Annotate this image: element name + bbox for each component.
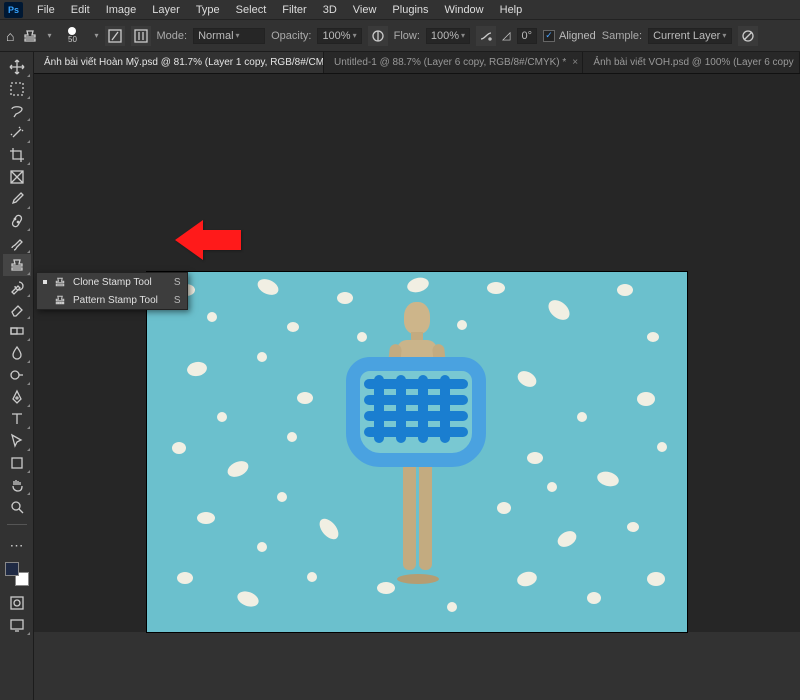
tab-document-3[interactable]: Ảnh bài viết VOH.psd @ 100% (Layer 6 cop… [583, 52, 800, 73]
brush-preset-picker[interactable]: 50 [57, 21, 87, 51]
options-bar: ⌂ ▾ 50 ▾ Mode: Normal ▾ Opacity: 100% ▾ … [0, 20, 800, 52]
sample-value: Current Layer [653, 30, 720, 42]
tab-document-2[interactable]: Untitled-1 @ 88.7% (Layer 6 copy, RGB/8#… [324, 52, 583, 73]
selected-dot-icon [43, 280, 47, 284]
frame-tool[interactable] [3, 166, 31, 188]
airbrush-button[interactable] [476, 26, 496, 46]
brush-panel-button[interactable] [105, 26, 125, 46]
tab-document-1[interactable]: Ảnh bài viết Hoàn Mỹ.psd @ 81.7% (Layer … [34, 52, 324, 73]
color-swatches[interactable] [5, 562, 29, 586]
menu-file[interactable]: File [29, 2, 63, 18]
dodge-tool[interactable] [3, 364, 31, 386]
intestine-overlay [346, 357, 486, 467]
checkbox-icon: ✓ [543, 30, 555, 42]
flyout-item-label: Pattern Stamp Tool [73, 295, 158, 306]
menu-layer[interactable]: Layer [144, 2, 188, 18]
sample-label: Sample: [602, 30, 642, 42]
tool-preset-chevron-icon[interactable]: ▾ [47, 31, 51, 40]
chevron-down-icon: ▾ [461, 31, 465, 40]
canvas-area [34, 74, 800, 632]
menu-select[interactable]: Select [228, 2, 275, 18]
opacity-value: 100% [322, 30, 350, 42]
healing-tool[interactable] [3, 210, 31, 232]
app-logo: Ps [4, 2, 23, 18]
angle-field[interactable]: 0° [517, 28, 538, 44]
ignore-adjustment-button[interactable] [738, 26, 758, 46]
flyout-item-label: Clone Stamp Tool [73, 277, 152, 288]
foreground-swatch[interactable] [5, 562, 19, 576]
tab-label: Ảnh bài viết Hoàn Mỹ.psd @ 81.7% (Layer … [44, 57, 324, 68]
menu-help[interactable]: Help [492, 2, 531, 18]
quickmask-button[interactable] [3, 592, 31, 614]
tab-label: Untitled-1 @ 88.7% (Layer 6 copy, RGB/8#… [334, 57, 566, 68]
flow-value: 100% [431, 30, 459, 42]
hand-tool[interactable] [3, 474, 31, 496]
annotation-arrow [175, 215, 245, 268]
gradient-tool[interactable] [3, 320, 31, 342]
lasso-tool[interactable] [3, 100, 31, 122]
brush-settings-button[interactable] [131, 26, 151, 46]
move-tool[interactable] [3, 56, 31, 78]
aligned-label: Aligned [559, 30, 596, 42]
stamp-tool-indicator-icon [20, 26, 40, 46]
edit-toolbar-button[interactable]: ⋯ [3, 534, 31, 556]
pattern-stamp-icon [53, 294, 67, 306]
eyedropper-tool[interactable] [3, 188, 31, 210]
mode-value: Normal [198, 30, 233, 42]
menu-3d[interactable]: 3D [315, 2, 345, 18]
menu-image[interactable]: Image [98, 2, 145, 18]
crop-tool[interactable] [3, 144, 31, 166]
selected-dot-icon [43, 298, 47, 302]
marquee-tool[interactable] [3, 78, 31, 100]
stamp-tool[interactable] [3, 254, 31, 276]
brush-tool[interactable] [3, 232, 31, 254]
flow-label: Flow: [394, 30, 420, 42]
mode-label: Mode: [157, 30, 188, 42]
sample-select[interactable]: Current Layer ▾ [648, 28, 732, 44]
menu-filter[interactable]: Filter [274, 2, 314, 18]
flyout-shortcut: S [164, 277, 181, 288]
screenmode-button[interactable] [3, 614, 31, 636]
clone-stamp-icon [53, 276, 67, 288]
chevron-down-icon: ▾ [236, 31, 240, 40]
tools-panel: ⋯ [0, 52, 34, 700]
menu-type[interactable]: Type [188, 2, 228, 18]
wand-tool[interactable] [3, 122, 31, 144]
eraser-tool[interactable] [3, 298, 31, 320]
chevron-down-icon: ▾ [722, 31, 726, 40]
menu-edit[interactable]: Edit [63, 2, 98, 18]
brush-dot-icon [68, 27, 76, 35]
path-select-tool[interactable] [3, 430, 31, 452]
type-tool[interactable] [3, 408, 31, 430]
pen-tool[interactable] [3, 386, 31, 408]
menu-window[interactable]: Window [437, 2, 492, 18]
mode-select[interactable]: Normal ▾ [193, 28, 265, 44]
brush-size-value: 50 [68, 35, 77, 44]
flyout-pattern-stamp[interactable]: Pattern Stamp Tool S [37, 291, 187, 309]
flyout-shortcut: S [164, 295, 181, 306]
opacity-label: Opacity: [271, 30, 311, 42]
opacity-field[interactable]: 100% ▾ [317, 28, 361, 44]
pressure-opacity-button[interactable] [368, 26, 388, 46]
tab-label: Ảnh bài viết VOH.psd @ 100% (Layer 6 cop… [593, 57, 793, 68]
document-canvas[interactable] [147, 272, 687, 632]
close-icon[interactable]: × [572, 57, 578, 68]
home-icon[interactable]: ⌂ [6, 28, 14, 44]
document-tabs: Ảnh bài viết Hoàn Mỹ.psd @ 81.7% (Layer … [34, 52, 800, 74]
stamp-tool-flyout: Clone Stamp Tool S Pattern Stamp Tool S [36, 272, 188, 310]
history-brush-tool[interactable] [3, 276, 31, 298]
menu-plugins[interactable]: Plugins [384, 2, 436, 18]
menubar: Ps File Edit Image Layer Type Select Fil… [0, 0, 800, 20]
menu-view[interactable]: View [345, 2, 385, 18]
zoom-tool[interactable] [3, 496, 31, 518]
brush-preset-chevron-icon[interactable]: ▾ [94, 31, 98, 40]
angle-value: 0° [522, 30, 533, 42]
blur-tool[interactable] [3, 342, 31, 364]
flyout-clone-stamp[interactable]: Clone Stamp Tool S [37, 273, 187, 291]
chevron-down-icon: ▾ [353, 31, 357, 40]
flow-field[interactable]: 100% ▾ [426, 28, 470, 44]
shape-tool[interactable] [3, 452, 31, 474]
aligned-checkbox[interactable]: ✓ Aligned [543, 30, 596, 42]
angle-icon: ◿ [502, 29, 510, 42]
